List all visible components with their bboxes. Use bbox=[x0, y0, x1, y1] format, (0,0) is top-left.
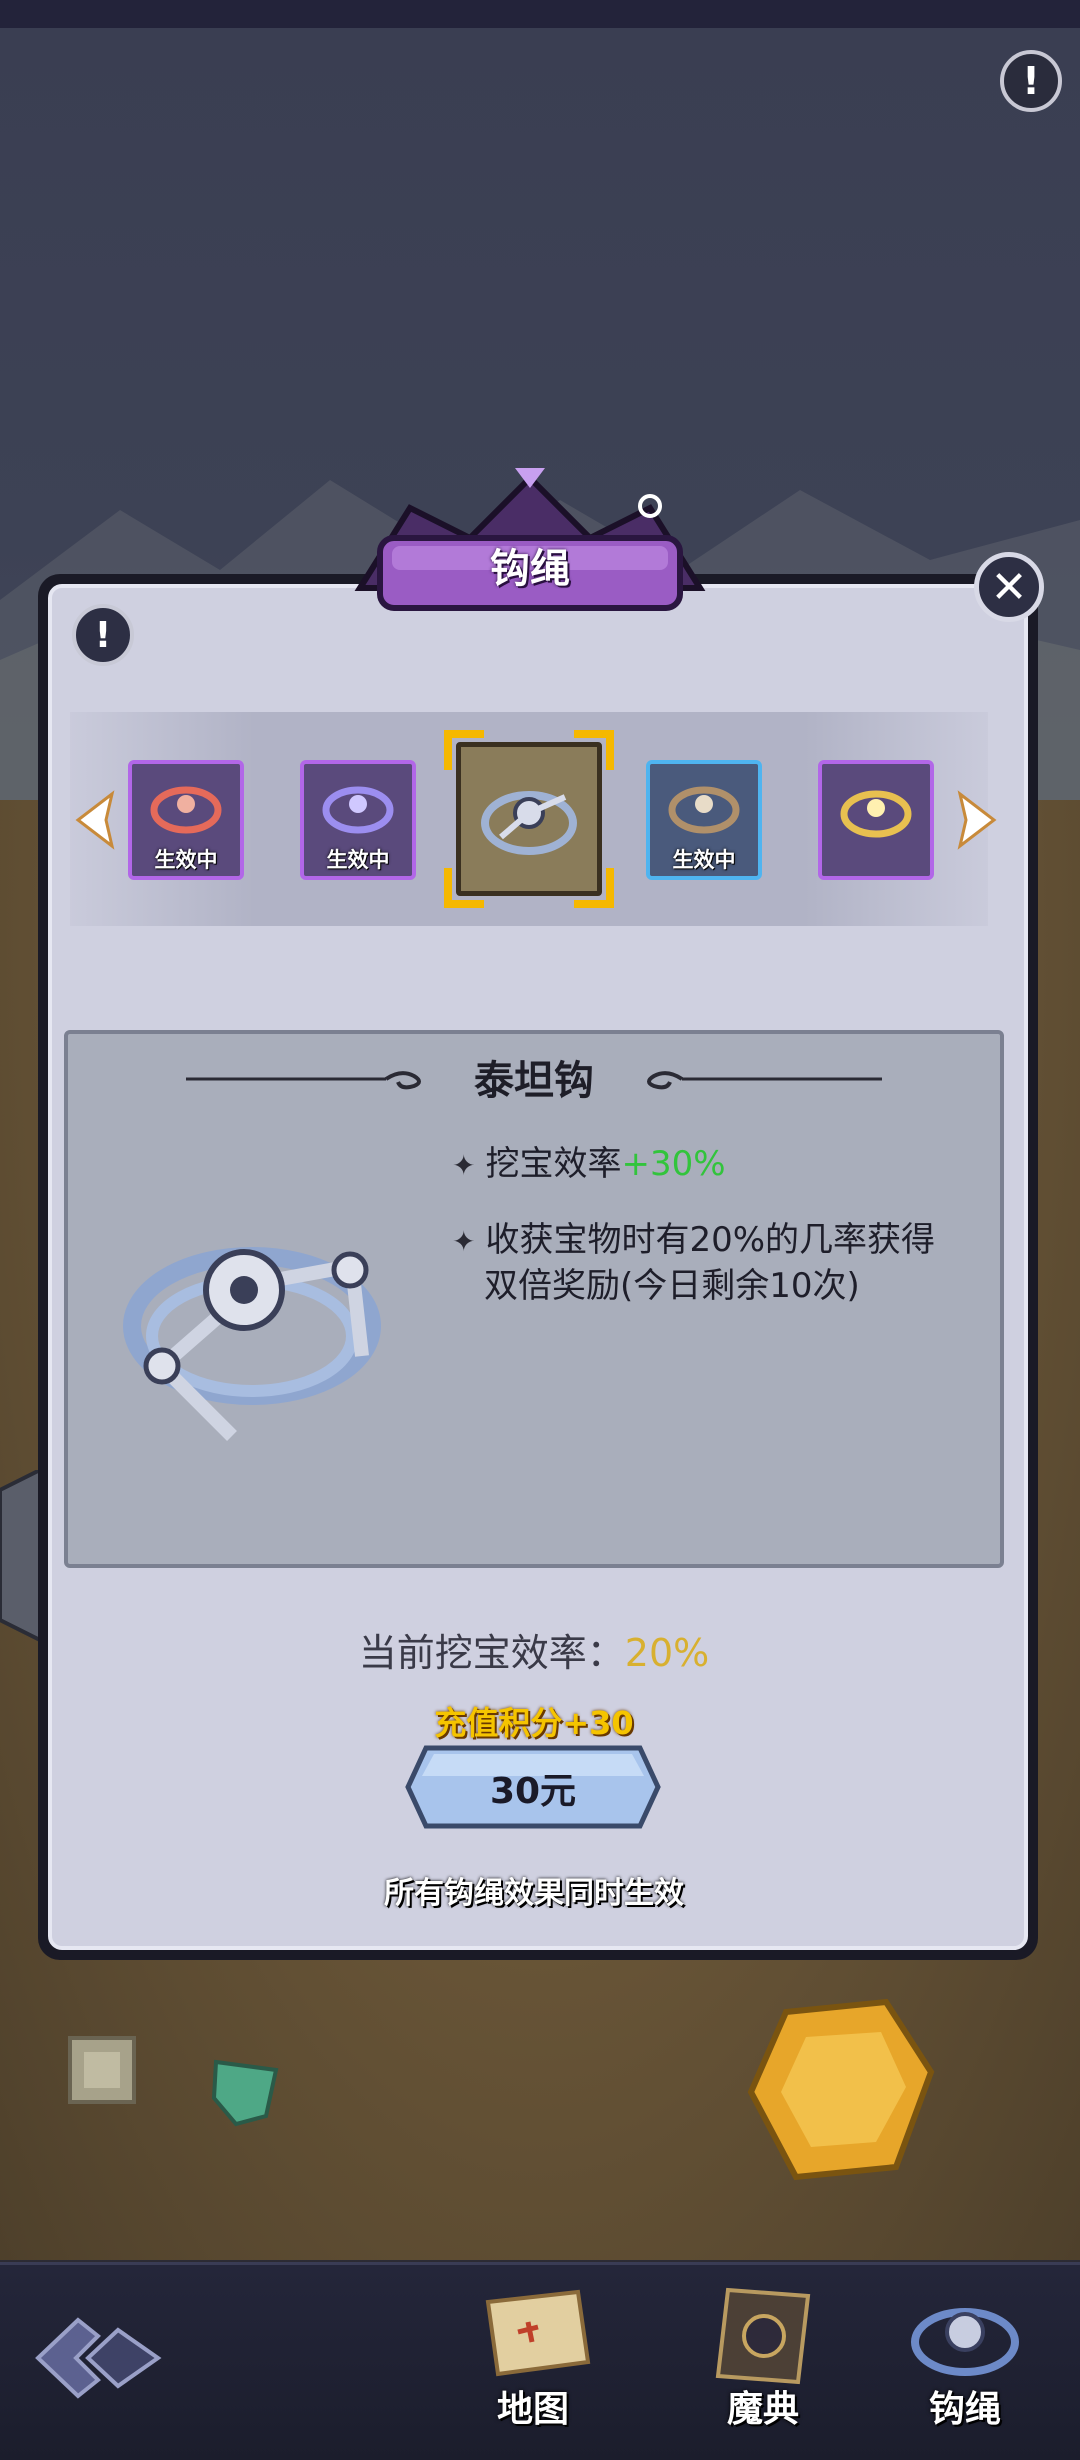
titan-hook-icon bbox=[481, 791, 577, 855]
dialog-title: 钩绳 bbox=[490, 546, 570, 592]
map-scroll-icon bbox=[485, 2289, 591, 2377]
hook-slot-red[interactable]: 生效中 bbox=[128, 760, 244, 880]
red-hook-icon bbox=[150, 786, 222, 834]
nav-hook-label: 钩绳 bbox=[928, 2389, 1001, 2430]
status-strip bbox=[0, 0, 1080, 28]
hook-slot-titan-selected[interactable] bbox=[456, 742, 602, 896]
effect-efficiency-label: 挖宝效率 bbox=[485, 1144, 622, 1184]
nav-book-button[interactable]: 魔典 bbox=[688, 2282, 838, 2432]
gem-gold bbox=[747, 1998, 935, 2181]
nav-map-button[interactable]: 地图 bbox=[458, 2282, 608, 2432]
effect-efficiency: ✦ 挖宝效率+30% bbox=[452, 1142, 726, 1188]
nav-book-label: 魔典 bbox=[726, 2389, 799, 2430]
back-arrow-icon[interactable] bbox=[28, 2310, 168, 2406]
star-bullet-icon: ✦ bbox=[452, 1149, 476, 1182]
close-icon[interactable]: ✕ bbox=[974, 552, 1044, 622]
buy-button-label[interactable]: 30元 bbox=[404, 1762, 662, 1814]
recharge-points: 充值积分+30 bbox=[434, 1704, 634, 1742]
gem-green bbox=[211, 2059, 279, 2127]
hook-slot-badge: 生效中 bbox=[672, 848, 736, 872]
carousel-prev-arrow-icon[interactable] bbox=[72, 790, 118, 850]
carousel-next-arrow-icon[interactable] bbox=[954, 790, 1000, 850]
gem-grey bbox=[68, 2036, 136, 2104]
corner-alert-icon[interactable]: ! bbox=[1000, 50, 1062, 112]
effect-efficiency-value: +30% bbox=[621, 1144, 726, 1184]
nav-map-label: 地图 bbox=[496, 2389, 569, 2430]
effect-double-reward: ✦ 收获宝物时有20%的几率获得 双倍奖励(今日剩余10次) bbox=[452, 1218, 935, 1308]
hook-slot-violet[interactable]: 生效中 bbox=[300, 760, 416, 880]
current-rate: 当前挖宝效率：20% bbox=[64, 1622, 1004, 1677]
hook-rope-icon bbox=[911, 2308, 1019, 2376]
star-bullet-icon: ✦ bbox=[452, 1225, 476, 1258]
nav-hook-button[interactable]: 钩绳 bbox=[890, 2282, 1040, 2432]
effect-double-line2: 双倍奖励(今日剩余10次) bbox=[484, 1266, 860, 1306]
current-rate-label: 当前挖宝效率： bbox=[358, 1631, 625, 1675]
bronze-hook-icon bbox=[668, 786, 740, 834]
effect-double-line1: 收获宝物时有20%的几率获得 bbox=[485, 1220, 936, 1260]
magic-book-icon bbox=[715, 2287, 811, 2385]
hook-slot-bronze[interactable]: 生效中 bbox=[646, 760, 762, 880]
titan-hook-large-icon bbox=[123, 1247, 381, 1441]
hook-name: 泰坦钩 bbox=[474, 1058, 594, 1104]
gold-hook-icon bbox=[840, 790, 912, 838]
info-icon[interactable]: ! bbox=[72, 604, 134, 666]
current-rate-value: 20% bbox=[624, 1631, 710, 1675]
hook-slot-badge: 生效中 bbox=[154, 848, 218, 872]
footnote: 所有钩绳效果同时生效 bbox=[384, 1876, 684, 1911]
violet-hook-icon bbox=[322, 786, 394, 834]
hook-slot-badge: 生效中 bbox=[326, 848, 390, 872]
hook-slot-gold[interactable] bbox=[818, 760, 934, 880]
